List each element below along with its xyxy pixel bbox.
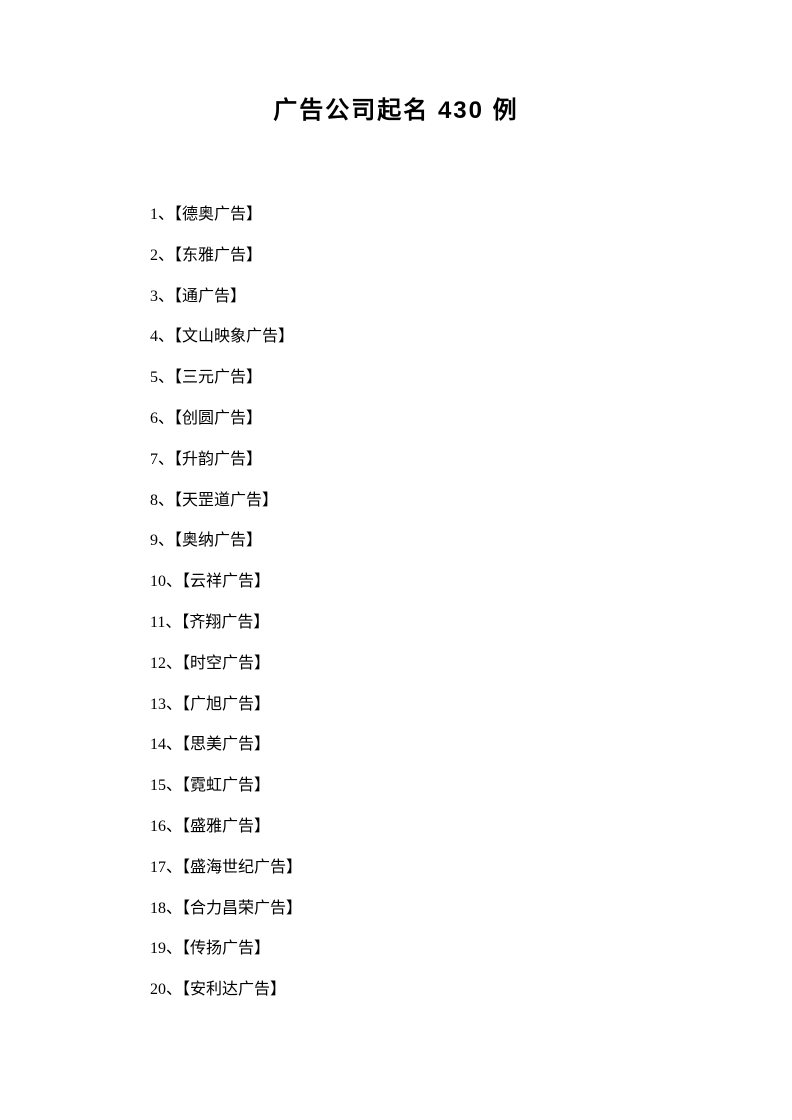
list-item: 13、【广旭广告】 (150, 685, 642, 726)
list-item: 5、【三元广告】 (150, 358, 642, 399)
list-item: 14、【思美广告】 (150, 725, 642, 766)
list-item: 2、【东雅广告】 (150, 236, 642, 277)
list-item: 1、【德奥广告】 (150, 195, 642, 236)
company-name-list: 1、【德奥广告】 2、【东雅广告】 3、【通广告】 4、【文山映象广告】 5、【… (150, 195, 642, 1011)
list-item: 7、【升韵广告】 (150, 440, 642, 481)
list-item: 10、【云祥广告】 (150, 562, 642, 603)
list-item: 17、【盛海世纪广告】 (150, 848, 642, 889)
list-item: 4、【文山映象广告】 (150, 317, 642, 358)
list-item: 8、【天罡道广告】 (150, 481, 642, 522)
list-item: 19、【传扬广告】 (150, 929, 642, 970)
list-item: 18、【合力昌荣广告】 (150, 889, 642, 930)
list-item: 6、【创圆广告】 (150, 399, 642, 440)
list-item: 15、【霓虹广告】 (150, 766, 642, 807)
list-item: 3、【通广告】 (150, 277, 642, 318)
list-item: 11、【齐翔广告】 (150, 603, 642, 644)
page-title: 广告公司起名 430 例 (150, 90, 642, 125)
document-page: 广告公司起名 430 例 1、【德奥广告】 2、【东雅广告】 3、【通广告】 4… (0, 0, 792, 1011)
list-item: 12、【时空广告】 (150, 644, 642, 685)
list-item: 9、【奥纳广告】 (150, 521, 642, 562)
list-item: 20、【安利达广告】 (150, 970, 642, 1011)
list-item: 16、【盛雅广告】 (150, 807, 642, 848)
